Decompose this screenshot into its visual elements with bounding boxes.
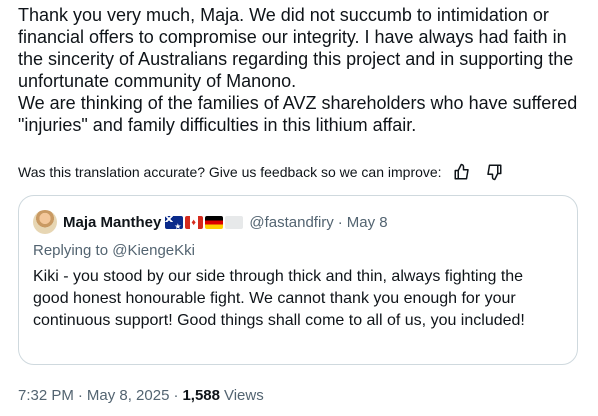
views-count: 1,588 (182, 387, 220, 404)
replying-handle-link[interactable]: @KiengeKki (112, 242, 195, 259)
flag-australia-icon (165, 215, 184, 229)
tweet-meta: 7:32 PM · May 8, 2025 · 1,588 Views (18, 387, 264, 404)
views-label: Views (223, 387, 264, 404)
quote-date[interactable]: May 8 (347, 214, 388, 231)
quote-header: Maja Manthey @fastandfiry · May 8 (33, 210, 388, 234)
separator-dot: · (77, 387, 83, 404)
separator-dot: · (337, 213, 343, 231)
tweet-paragraph-2: We are thinking of the families of AVZ s… (18, 93, 578, 135)
thumbs-up-icon[interactable] (450, 160, 474, 184)
quoted-tweet-card[interactable]: Maja Manthey @fastandfiry · May 8 Replyi… (18, 195, 578, 365)
quote-body-text: Kiki - you stood by our side through thi… (33, 268, 525, 329)
translation-feedback: Was this translation accurate? Give us f… (18, 160, 583, 184)
quote-author-handle[interactable]: @fastandfiry (249, 214, 333, 231)
flag-germany-icon (205, 215, 224, 229)
tweet-text: Thank you very much, Maja. We did not su… (18, 4, 588, 136)
flag-canada-icon (185, 215, 204, 229)
replying-to: Replying to @KiengeKki (33, 242, 195, 259)
replying-prefix: Replying to (33, 242, 113, 259)
avatar[interactable] (33, 210, 57, 234)
tweet-paragraph-1: Thank you very much, Maja. We did not su… (18, 5, 574, 91)
tweet-date[interactable]: May 8, 2025 (87, 387, 170, 404)
tweet-time[interactable]: 7:32 PM (18, 387, 74, 404)
separator-dot: · (173, 387, 179, 404)
quote-author-name[interactable]: Maja Manthey (63, 214, 161, 231)
thumbs-down-icon[interactable] (482, 160, 506, 184)
feedback-prompt: Was this translation accurate? Give us f… (18, 164, 442, 180)
flag-emojis (165, 215, 244, 229)
flag-blank-icon (225, 215, 244, 229)
